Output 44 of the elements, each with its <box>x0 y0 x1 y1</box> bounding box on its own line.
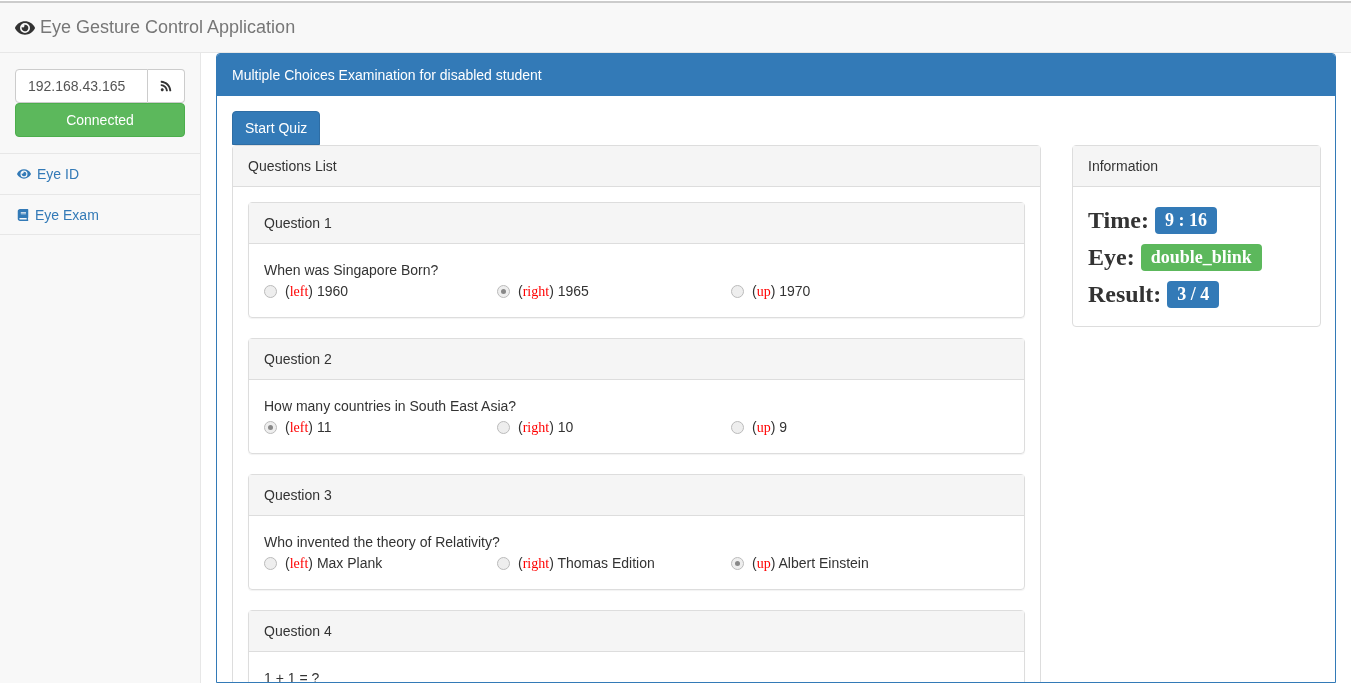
option-label: (right) 10 <box>518 418 574 436</box>
option-label: (up) Albert Einstein <box>752 554 869 572</box>
option-label: (up) 9 <box>752 418 788 436</box>
value-label: 9 : 16 <box>1154 207 1217 234</box>
rss-icon <box>160 80 172 92</box>
option-label: (left) 1960 <box>285 282 349 300</box>
value-label: 3 / 4 <box>1167 281 1220 308</box>
panel-title: Multiple Choices Examination for disabled student <box>217 54 1335 96</box>
panel-heading: Questions List <box>233 146 1040 187</box>
eye-icon <box>17 167 31 181</box>
rss-button[interactable] <box>148 69 185 103</box>
question-text: Who invented the theory of Relativity? <box>264 533 501 552</box>
sidebar-link[interactable]: Eye ID <box>0 153 200 194</box>
option-label: (left) 11 <box>285 418 332 436</box>
app-title: Eye Gesture Control Application <box>40 17 296 38</box>
sidebar-link[interactable]: Eye Exam <box>0 194 200 235</box>
option-label: (right) Thomas Edition <box>518 554 655 572</box>
radio-button[interactable] <box>264 556 277 570</box>
option-label: (left) Max Plank <box>285 554 383 572</box>
info-label: Result: <box>1088 281 1162 308</box>
question-text: When was Singapore Born? <box>264 261 440 280</box>
radio-button[interactable] <box>497 284 510 298</box>
address-field[interactable]: 192.168.43.165 <box>15 69 148 103</box>
info-label: Eye: <box>1088 244 1135 271</box>
value-label: double_blink <box>1140 244 1262 271</box>
option-label: (up) 1970 <box>752 282 811 300</box>
question-title: Question 2 <box>249 339 1024 380</box>
book-icon <box>17 208 29 221</box>
question-title: Question 4 <box>249 611 1024 652</box>
radio-button[interactable] <box>264 420 277 434</box>
connection-status-button[interactable]: Connected <box>15 103 185 137</box>
radio-button[interactable] <box>497 420 510 434</box>
question-title: Question 3 <box>249 475 1024 516</box>
panel-heading: Information <box>1073 146 1320 187</box>
info-label: Time: <box>1088 207 1149 234</box>
radio-button[interactable] <box>731 284 744 298</box>
question-text: How many countries in South East Asia? <box>264 397 518 416</box>
question-title: Question 1 <box>249 203 1024 244</box>
radio-button[interactable] <box>264 284 277 298</box>
option-label: (right) 1965 <box>518 282 589 300</box>
radio-button[interactable] <box>731 420 744 434</box>
radio-button[interactable] <box>497 556 510 570</box>
start-quiz-button[interactable]: Start Quiz <box>232 111 321 145</box>
radio-button[interactable] <box>731 556 744 570</box>
